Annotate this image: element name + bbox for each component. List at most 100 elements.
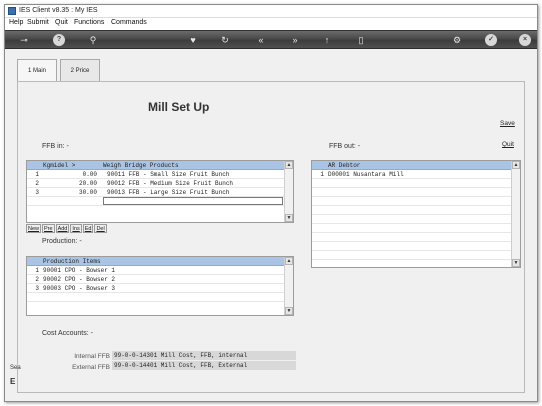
- edit-button[interactable]: Ed: [82, 224, 94, 233]
- menu-functions[interactable]: Functions: [74, 19, 104, 26]
- kgmidel-cell[interactable]: 0.00: [67, 170, 97, 179]
- side-text-search: Sea: [10, 365, 21, 371]
- help-icon[interactable]: ?: [53, 34, 65, 46]
- production-grid[interactable]: Production Items 1 90001 CPO - Bowser 1 …: [26, 256, 294, 316]
- scroll-up-icon[interactable]: ▲: [512, 161, 520, 169]
- table-row[interactable]: [27, 197, 293, 206]
- table-row[interactable]: 2 20.00 90012 FFB - Medium Size Fruit Bu…: [27, 179, 293, 188]
- table-row[interactable]: [312, 215, 520, 224]
- scroll-down-icon[interactable]: ▼: [285, 307, 293, 315]
- table-row[interactable]: [312, 251, 520, 260]
- internal-ffb-label: Internal FFB: [74, 353, 110, 360]
- add-button[interactable]: Add: [55, 224, 70, 233]
- menu-submit[interactable]: Submit: [27, 19, 49, 26]
- product-cell[interactable]: 90013 FFB - Large Size Fruit Bunch: [107, 188, 229, 197]
- row-number: 1: [35, 267, 39, 274]
- table-row[interactable]: 3 90003 CPO - Bowser 3: [27, 284, 293, 293]
- tab-price[interactable]: 2 Price: [60, 59, 100, 81]
- table-row[interactable]: 2 90002 CPO - Bowser 2: [27, 275, 293, 284]
- scroll-down-icon[interactable]: ▼: [285, 214, 293, 222]
- ffb-in-label: FFB in: -: [42, 143, 69, 150]
- production-item-cell[interactable]: 90003 CPO - Bowser 3: [43, 284, 115, 293]
- row-number: 1: [320, 171, 324, 178]
- row-number: 3: [35, 189, 39, 196]
- table-row[interactable]: [312, 206, 520, 215]
- upload-icon[interactable]: ↑: [321, 34, 333, 46]
- table-row[interactable]: 1 90001 CPO - Bowser 1: [27, 266, 293, 275]
- scrollbar[interactable]: ▲ ▼: [511, 161, 520, 267]
- insert-button[interactable]: Ins: [70, 224, 82, 233]
- production-label: Production: -: [42, 238, 82, 245]
- table-row[interactable]: [312, 242, 520, 251]
- menu-help[interactable]: Help: [9, 19, 23, 26]
- column-header-kgmidel[interactable]: Kgmidel >: [43, 161, 75, 170]
- title-bar: IES Client v8.35 : My IES: [5, 5, 537, 18]
- refresh-icon[interactable]: ↻: [219, 34, 231, 46]
- fast-forward-icon[interactable]: »: [289, 34, 301, 46]
- kgmidel-cell[interactable]: 30.00: [67, 188, 97, 197]
- save-link[interactable]: Save: [500, 120, 515, 127]
- delete-button[interactable]: Del: [94, 224, 107, 233]
- table-row[interactable]: [312, 197, 520, 206]
- main-panel: Mill Set Up Save Quit FFB in: - FFB out:…: [17, 81, 525, 393]
- grid-header: Kgmidel > Weigh Bridge Products: [27, 161, 293, 170]
- scroll-down-icon[interactable]: ▼: [512, 259, 520, 267]
- quit-link[interactable]: Quit: [502, 141, 514, 148]
- scroll-up-icon[interactable]: ▲: [285, 257, 293, 265]
- table-row[interactable]: [312, 179, 520, 188]
- ffb-out-grid[interactable]: AR Debtor 1 D00001 Nusantara Mill ▲ ▼: [311, 160, 521, 268]
- internal-ffb-field[interactable]: 99-0-0-14301 Mill Cost, FFB, internal: [112, 351, 296, 360]
- cost-accounts-label: Cost Accounts: -: [42, 330, 93, 337]
- table-row[interactable]: [27, 293, 293, 302]
- kgmidel-cell[interactable]: 20.00: [67, 179, 97, 188]
- close-icon[interactable]: ×: [519, 34, 531, 46]
- file-icon[interactable]: ▯: [355, 34, 367, 46]
- table-row[interactable]: [312, 188, 520, 197]
- ffb-in-grid[interactable]: Kgmidel > Weigh Bridge Products 1 0.00 9…: [26, 160, 294, 223]
- table-row[interactable]: 1 0.00 90011 FFB - Small Size Fruit Bunc…: [27, 170, 293, 179]
- external-ffb-label: External FFB: [72, 364, 110, 371]
- menu-quit[interactable]: Quit: [55, 19, 68, 26]
- row-number: 3: [35, 285, 39, 292]
- production-item-cell[interactable]: 90001 CPO - Bowser 1: [43, 266, 115, 275]
- column-header-weigh-bridge-products[interactable]: Weigh Bridge Products: [103, 161, 179, 170]
- heart-icon[interactable]: ♥: [187, 34, 199, 46]
- scrollbar[interactable]: ▲ ▼: [284, 161, 293, 222]
- product-cell[interactable]: 90011 FFB - Small Size Fruit Bunch: [107, 170, 229, 179]
- app-icon: [8, 7, 16, 15]
- scrollbar[interactable]: ▲ ▼: [284, 257, 293, 315]
- side-text-e: E: [10, 377, 16, 386]
- column-header-production-items[interactable]: Production Items: [43, 257, 101, 266]
- grid-header: Production Items: [27, 257, 293, 266]
- grid-header: AR Debtor: [312, 161, 520, 170]
- menu-bar: Help Submit Quit Functions Commands: [5, 18, 537, 30]
- scroll-up-icon[interactable]: ▲: [285, 161, 293, 169]
- settings-icon[interactable]: ⚙: [451, 34, 463, 46]
- row-number: 2: [35, 276, 39, 283]
- product-cell[interactable]: 90012 FFB - Medium Size Fruit Bunch: [107, 179, 233, 188]
- search-icon[interactable]: ⚲: [87, 34, 99, 46]
- debtor-cell[interactable]: D00001 Nusantara Mill: [328, 170, 404, 179]
- column-header-ar-debtor[interactable]: AR Debtor: [328, 161, 360, 170]
- table-row[interactable]: [312, 224, 520, 233]
- production-item-cell[interactable]: 90002 CPO - Bowser 2: [43, 275, 115, 284]
- previous-button[interactable]: Pre: [42, 224, 55, 233]
- rewind-icon[interactable]: «: [255, 34, 267, 46]
- table-row[interactable]: 1 D00001 Nusantara Mill: [312, 170, 520, 179]
- row-number: 1: [35, 171, 39, 178]
- row-number: 2: [35, 180, 39, 187]
- new-product-input[interactable]: [103, 197, 283, 205]
- window-title: IES Client v8.35 : My IES: [19, 7, 98, 14]
- key-icon[interactable]: ⊸: [15, 34, 33, 46]
- ffb-out-label: FFB out: -: [329, 143, 361, 150]
- app-window: IES Client v8.35 : My IES Help Submit Qu…: [4, 4, 538, 402]
- check-icon[interactable]: ✓: [485, 34, 497, 46]
- row-action-buttons: New Pre Add Ins Ed Del: [26, 224, 108, 234]
- page-title: Mill Set Up: [148, 100, 210, 114]
- new-button[interactable]: New: [26, 224, 42, 233]
- tab-main[interactable]: 1 Main: [17, 59, 57, 81]
- menu-commands[interactable]: Commands: [111, 19, 147, 26]
- external-ffb-field[interactable]: 99-0-0-14401 Mill Cost, FFB, External: [112, 361, 296, 370]
- table-row[interactable]: 3 30.00 90013 FFB - Large Size Fruit Bun…: [27, 188, 293, 197]
- table-row[interactable]: [312, 233, 520, 242]
